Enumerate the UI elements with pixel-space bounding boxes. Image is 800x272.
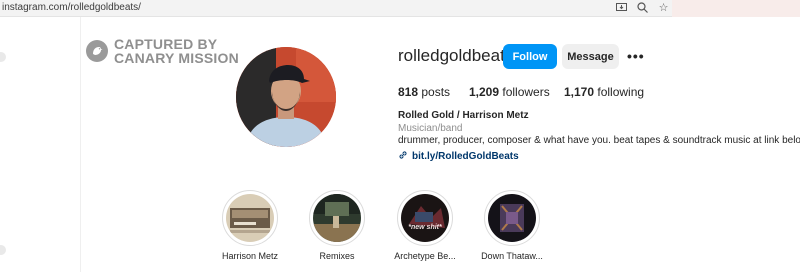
highlight-cover-text: *new shit*: [408, 224, 442, 231]
sidebar-divider: [80, 17, 81, 272]
browser-address-bar[interactable]: instagram.com/rolledgoldbeats/ ☆: [0, 0, 800, 17]
highlight-ring: *new shit*: [397, 190, 453, 246]
highlight-cover-archetype: *new shit*: [401, 194, 449, 242]
highlight-cover-remixes: [313, 194, 361, 242]
highlight-cover-harrison-metz: [226, 194, 274, 242]
highlight-label: Harrison Metz: [221, 251, 278, 261]
highlight-ring: [309, 190, 365, 246]
highlight-label: Remixes: [319, 251, 355, 261]
followers-count[interactable]: 1,209 followers: [469, 85, 550, 99]
following-count[interactable]: 1,170 following: [564, 85, 644, 99]
profile-display-name: Rolled Gold / Harrison Metz: [398, 110, 529, 121]
highlight-ring: [222, 190, 278, 246]
zoom-icon[interactable]: [636, 1, 649, 14]
profile-link[interactable]: bit.ly/RolledGoldBeats: [398, 147, 519, 165]
followers-count-value: 1,209: [469, 85, 500, 99]
bio-text: drummer, producer, composer & what have …: [398, 135, 800, 146]
sidebar-edge-icon[interactable]: [0, 52, 6, 62]
story-highlight[interactable]: Harrison Metz: [210, 190, 290, 261]
canary-mission-watermark: CAPTURED BY CANARY MISSION: [86, 37, 239, 65]
highlight-label: Archetype Be...: [394, 251, 456, 261]
story-highlight[interactable]: Down Thataw...: [472, 190, 552, 261]
browser-bar-extension-area: [672, 0, 800, 17]
story-highlight[interactable]: *new shit* Archetype Be...: [385, 190, 465, 261]
profile-bio: drummer, producer, composer & what have …: [398, 135, 800, 146]
posts-count-label: posts: [421, 85, 451, 99]
link-icon: [398, 147, 408, 165]
profile-avatar[interactable]: [236, 47, 336, 147]
canary-bird-icon: [86, 40, 108, 62]
highlight-label: Down Thataw...: [481, 251, 543, 261]
watermark-line1: CAPTURED BY: [114, 36, 218, 52]
follow-button[interactable]: Follow: [503, 44, 557, 69]
highlight-ring: [484, 190, 540, 246]
story-highlight[interactable]: Remixes: [297, 190, 377, 261]
watermark-line2: CANARY MISSION: [114, 50, 239, 66]
following-count-value: 1,170: [564, 85, 595, 99]
url-text[interactable]: instagram.com/rolledgoldbeats/: [2, 2, 141, 13]
bookmark-star-icon[interactable]: ☆: [657, 1, 670, 14]
more-options-icon[interactable]: •••: [627, 48, 645, 64]
sidebar-edge-icon[interactable]: [0, 245, 6, 255]
profile-link-text[interactable]: bit.ly/RolledGoldBeats: [412, 151, 519, 162]
profile-category: Musician/band: [398, 123, 463, 134]
install-app-icon[interactable]: [615, 1, 628, 14]
profile-username: rolledgoldbeats: [398, 46, 514, 65]
following-count-label: following: [597, 85, 645, 99]
posts-count: 818 posts: [398, 85, 450, 99]
posts-count-value: 818: [398, 85, 419, 99]
highlight-cover-down-thataway: [488, 194, 536, 242]
followers-count-label: followers: [502, 85, 550, 99]
message-button[interactable]: Message: [562, 44, 619, 69]
